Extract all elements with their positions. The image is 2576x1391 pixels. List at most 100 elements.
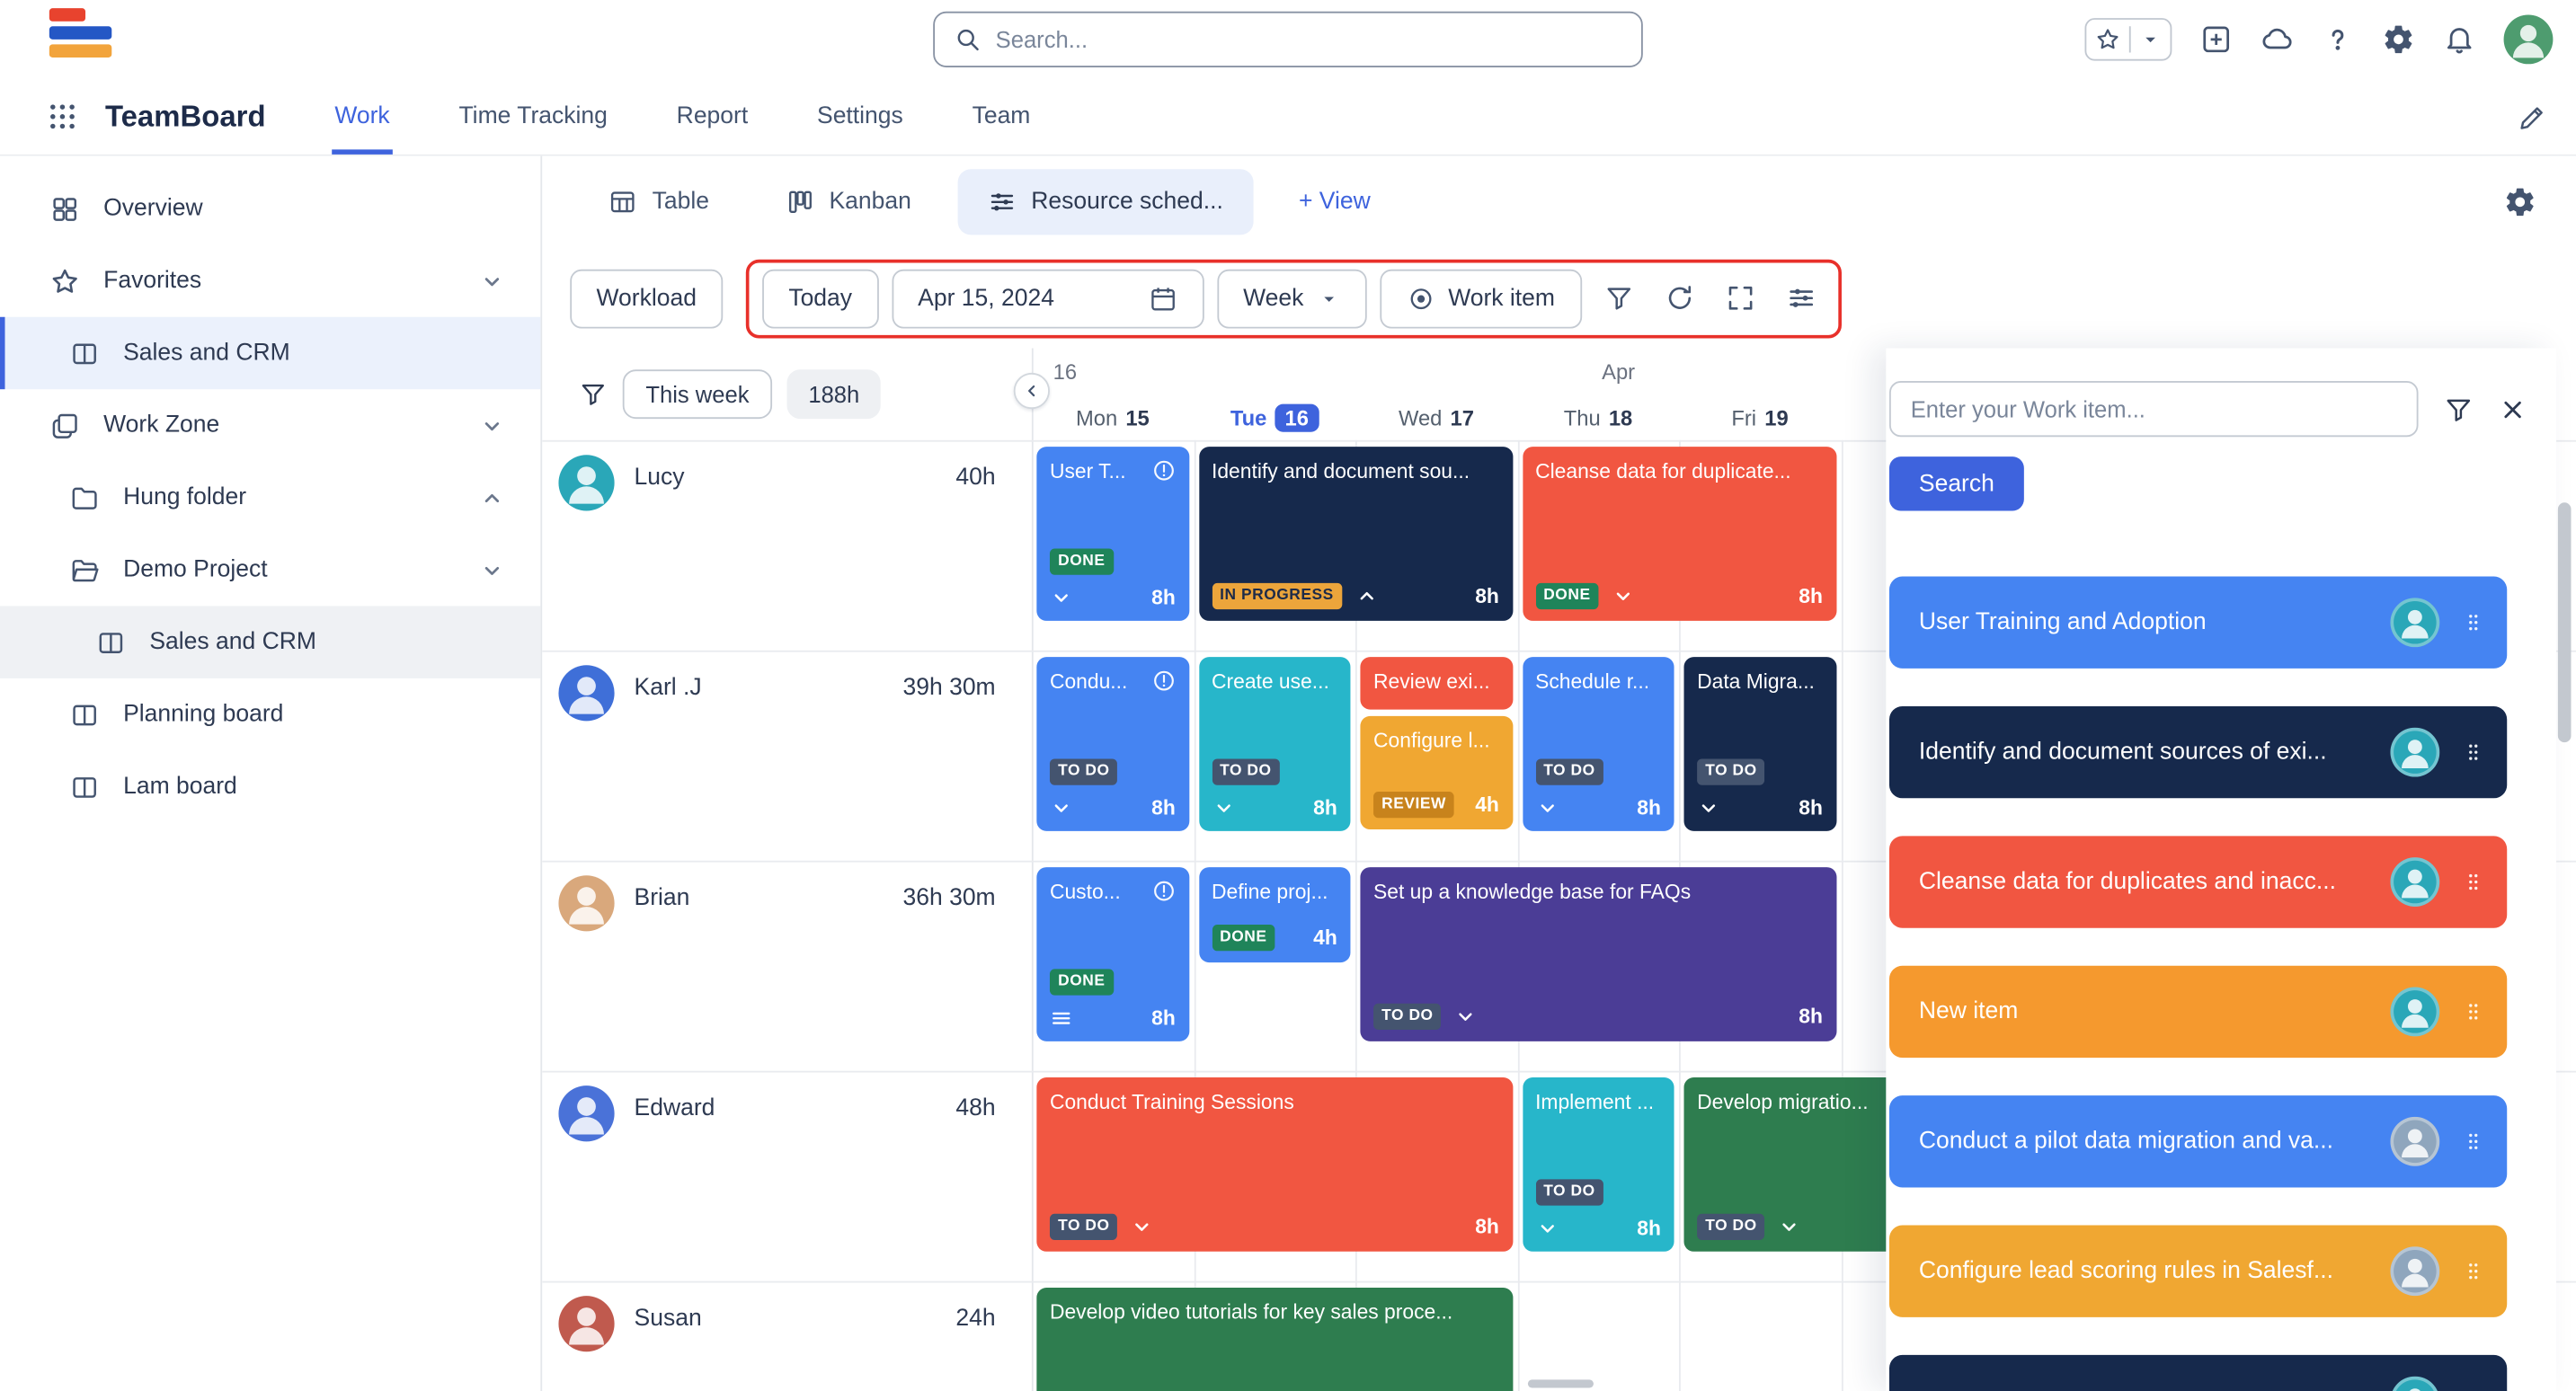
notifications-bell-icon[interactable] (2443, 23, 2476, 57)
task-card[interactable]: Data Migra...TO DO8h (1683, 657, 1835, 831)
chevron-down-icon[interactable] (1535, 1217, 1559, 1240)
view-settings-button[interactable] (1777, 269, 1825, 328)
task-card[interactable]: Create use...TO DO8h (1198, 657, 1350, 831)
resource-filter-icon[interactable] (578, 379, 608, 409)
task-card[interactable]: Conduct Training SessionsTO DO8h (1036, 1077, 1512, 1252)
workload-button[interactable]: Workload (570, 269, 723, 328)
nav-tab-settings[interactable]: Settings (813, 79, 906, 155)
chevron-down-icon[interactable] (1535, 796, 1559, 820)
task-hours: 8h (1151, 587, 1176, 610)
drag-handle-icon[interactable] (2463, 607, 2484, 637)
chevron-up-icon[interactable] (480, 485, 504, 509)
resource-row: Brian36h 30m (542, 861, 1032, 1071)
work-item-card[interactable]: Cleanse data for duplicates and inacc... (1889, 836, 2507, 927)
nav-tab-time-tracking[interactable]: Time Tracking (456, 79, 611, 155)
chevron-down-icon[interactable] (1697, 796, 1720, 820)
sidebar-item-sales-and-crm[interactable]: Sales and CRM (0, 317, 540, 389)
add-view-button[interactable]: + View (1269, 169, 1400, 235)
work-item-select[interactable]: Work item (1379, 269, 1581, 328)
task-card[interactable]: Condu...TO DO8h (1036, 657, 1188, 831)
chevron-down-icon[interactable] (480, 558, 504, 582)
cloud-icon[interactable] (2261, 23, 2294, 57)
work-item-card[interactable]: New item (1889, 966, 2507, 1058)
task-card[interactable]: User T...DONE8h (1036, 447, 1188, 621)
user-avatar[interactable] (2504, 14, 2554, 64)
board-settings-gear-icon[interactable] (2504, 186, 2537, 219)
task-card[interactable]: Define proj...DONE4h (1198, 867, 1350, 962)
chevron-down-icon[interactable] (1050, 587, 1073, 610)
panel-search-button[interactable]: Search (1889, 456, 2024, 510)
sidebar-item-planning-board[interactable]: Planning board (0, 678, 540, 750)
fullscreen-button[interactable] (1716, 269, 1763, 328)
drag-handle-icon[interactable] (2463, 997, 2484, 1026)
chevron-down-icon[interactable] (1131, 1216, 1154, 1239)
chevron-down-icon[interactable] (1050, 796, 1073, 820)
chevron-down-icon[interactable] (1612, 585, 1635, 608)
sidebar-item-hung-folder[interactable]: Hung folder (0, 462, 540, 534)
chevron-down-icon[interactable] (1212, 796, 1235, 820)
chevron-down-icon[interactable] (480, 413, 504, 438)
sidebar-item-sales-and-crm[interactable]: Sales and CRM (0, 606, 540, 678)
task-card[interactable]: Review exi... (1360, 657, 1512, 709)
task-card[interactable]: Set up a knowledge base for FAQsTO DO8h (1360, 867, 1835, 1041)
task-card[interactable]: Custo...DONE8h (1036, 867, 1188, 1041)
work-item-card[interactable] (1889, 1355, 2507, 1391)
sidebar-item-favorites[interactable]: Favorites (0, 244, 540, 316)
view-tab-table[interactable]: Table (578, 169, 739, 235)
chevron-up-icon[interactable] (1355, 585, 1379, 608)
refresh-button[interactable] (1656, 269, 1703, 328)
task-card[interactable]: Implement ...TO DO8h (1522, 1077, 1674, 1252)
range-select[interactable]: Week (1217, 269, 1366, 328)
horizontal-scrollbar[interactable] (1528, 1379, 1594, 1387)
vertical-scrollbar[interactable] (2558, 502, 2572, 742)
nav-tab-team[interactable]: Team (969, 79, 1034, 155)
nav-tab-work[interactable]: Work (332, 79, 394, 155)
work-item-card[interactable]: User Training and Adoption (1889, 577, 2507, 669)
date-picker[interactable]: Apr 15, 2024 (892, 269, 1204, 328)
drag-handle-icon[interactable] (2463, 1127, 2484, 1156)
task-card[interactable]: Develop video tutorials for key sales pr… (1036, 1288, 1512, 1391)
collapse-resources-button[interactable] (1014, 373, 1050, 409)
task-card[interactable]: Schedule r...TO DO8h (1522, 657, 1674, 831)
chevron-down-icon[interactable] (480, 269, 504, 293)
task-hours: 8h (1637, 1217, 1661, 1240)
edit-pencil-icon[interactable] (2517, 103, 2546, 133)
chevron-down-icon[interactable] (1454, 1006, 1478, 1029)
settings-gear-icon[interactable] (2382, 23, 2415, 57)
chevron-down-icon[interactable] (1778, 1216, 1801, 1239)
task-card[interactable]: Cleanse data for duplicate...DONE8h (1522, 447, 1835, 621)
close-panel-icon[interactable] (2499, 395, 2527, 423)
week-filter-chip[interactable]: This week (623, 369, 772, 419)
help-icon[interactable] (2322, 23, 2355, 57)
filter-button[interactable] (1594, 269, 1642, 328)
view-tab-kanban[interactable]: Kanban (755, 169, 941, 235)
sidebar-item-lam-board[interactable]: Lam board (0, 750, 540, 822)
star-icon (49, 265, 81, 297)
drag-handle-icon[interactable] (2463, 738, 2484, 767)
nav-tab-report[interactable]: Report (673, 79, 751, 155)
create-button[interactable] (2199, 23, 2233, 57)
view-tab-resource-sched[interactable]: Resource sched... (957, 169, 1253, 235)
task-card[interactable]: Identify and document sou...IN PROGRESS8… (1198, 447, 1512, 621)
apps-grid-icon[interactable] (46, 100, 79, 133)
work-item-card[interactable]: Conduct a pilot data migration and va... (1889, 1095, 2507, 1187)
global-search[interactable] (933, 12, 1643, 67)
sidebar-item-work-zone[interactable]: Work Zone (0, 389, 540, 461)
work-item-card[interactable]: Configure lead scoring rules in Salesf..… (1889, 1226, 2507, 1317)
panel-filter-icon[interactable] (2443, 394, 2474, 425)
day-header: Thu18 (1517, 394, 1679, 440)
work-item-search-input[interactable] (1889, 381, 2419, 437)
work-item-card[interactable]: Identify and document sources of exi... (1889, 706, 2507, 798)
folder-icon (69, 482, 101, 513)
today-button[interactable]: Today (762, 269, 878, 328)
sidebar-item-demo-project[interactable]: Demo Project (0, 534, 540, 606)
favorites-dropdown[interactable] (2084, 18, 2172, 61)
app-logo[interactable] (49, 8, 111, 58)
drag-handle-icon[interactable] (2463, 1387, 2484, 1391)
drag-handle-icon[interactable] (2463, 867, 2484, 897)
drag-handle-icon[interactable] (2463, 1256, 2484, 1286)
task-card[interactable]: Configure l...REVIEW4h (1360, 716, 1512, 829)
sidebar-item-overview[interactable]: Overview (0, 173, 540, 244)
global-search-input[interactable] (996, 26, 1621, 52)
menu-icon[interactable] (1050, 1006, 1073, 1030)
